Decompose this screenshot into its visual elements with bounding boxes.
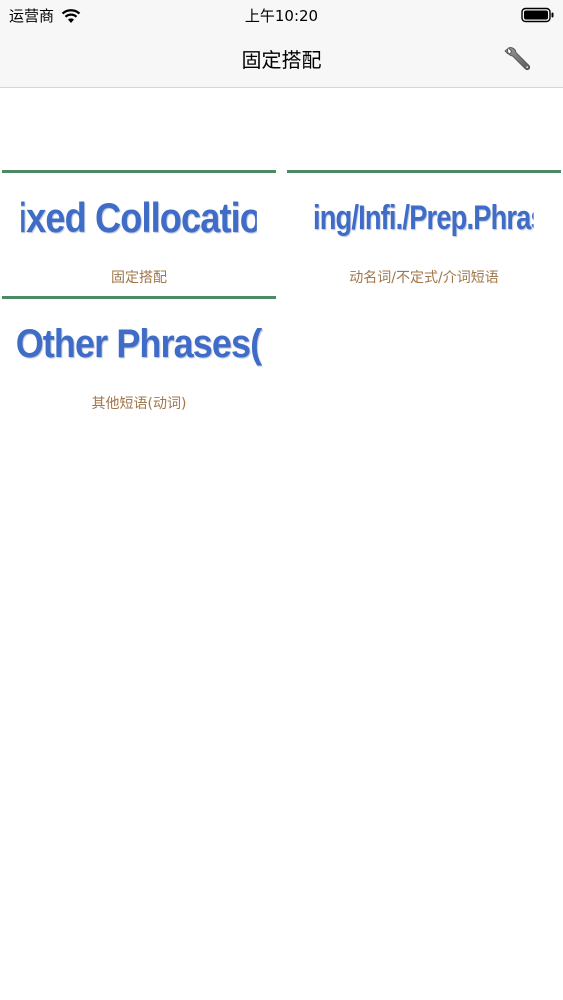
category-logo: Fixed Collocation [21,194,257,241]
category-logo: V-ing/Infi./Prep.Phrase [314,198,533,237]
category-card-other-phrases[interactable]: Other Phrases(V.) 其他短语(动词) [2,296,276,422]
card-divider [2,170,276,173]
status-bar: 运营商 上午10:20 [0,0,563,30]
card-divider [287,170,561,173]
category-caption: 动名词/不定式/介词短语 [349,270,499,286]
status-time: 上午10:20 [244,7,319,25]
page-title: 固定搭配 [241,48,322,72]
app-screen: 运营商 上午10:20 固定搭配 xed Collocati 固定搭配 ing/… [0,0,563,1000]
category-logo: Other Phrases(V.) [15,321,263,366]
navigation-bar: 固定搭配 [0,30,563,88]
wrench-icon [504,47,531,71]
category-card-ving-infinitive-prep[interactable]: V-ing/Infi./Prep.Phrase 动名词/不定式/介词短语 [287,170,561,296]
category-caption: 其他短语(动词) [91,396,187,412]
category-card-fixed-collocation[interactable]: Fixed Collocation 固定搭配 [2,170,276,296]
card-divider [2,296,276,299]
category-caption: 固定搭配 [111,270,167,286]
battery-icon [521,7,554,23]
settings-button[interactable] [501,42,535,76]
